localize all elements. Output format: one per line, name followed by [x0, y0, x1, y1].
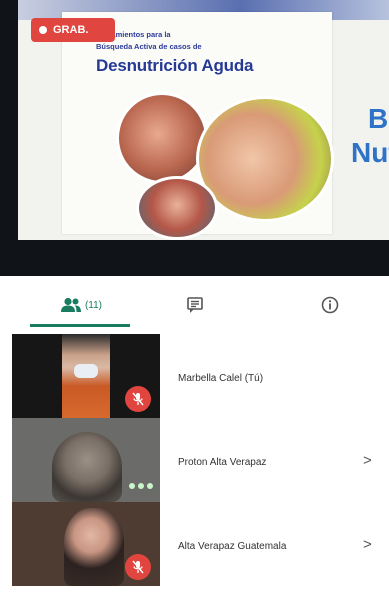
participant-row[interactable]: Alta Verapaz Guatemala > — [0, 502, 389, 586]
slide-big-text-line1: B — [368, 103, 389, 134]
presentation-stage[interactable]: Lineamientos para la Búsqueda Activa de … — [0, 0, 389, 276]
meet-app: Lineamientos para la Búsqueda Activa de … — [0, 0, 389, 592]
participant-video-tile — [12, 334, 160, 418]
people-icon — [60, 297, 81, 312]
participant-video-tile — [12, 502, 160, 586]
tab-chat[interactable] — [150, 282, 240, 328]
info-icon — [321, 296, 339, 314]
recording-badge: GRAB. — [31, 18, 115, 42]
cover-photo — [136, 176, 218, 240]
side-panel-tabs: (11) — [0, 282, 389, 328]
recording-label: GRAB. — [53, 24, 89, 36]
chevron-right-icon[interactable]: > — [363, 536, 372, 553]
participant-row[interactable]: Proton Alta Verapaz > — [0, 418, 389, 502]
tab-people[interactable]: (11) — [36, 282, 126, 328]
participant-name: Alta Verapaz Guatemala — [178, 541, 287, 552]
participant-row[interactable]: Marbella Calel (Tú) — [0, 334, 389, 418]
slide-title: Desnutrición Aguda — [96, 56, 254, 75]
speaking-dots-icon — [129, 480, 153, 492]
active-tab-indicator — [30, 324, 130, 327]
cover-photo — [116, 92, 208, 184]
participant-video-tile — [12, 418, 160, 502]
chat-icon — [187, 297, 203, 313]
participant-name: Marbella Calel (Tú) — [178, 373, 264, 384]
participant-avatar — [52, 432, 122, 502]
people-count: (11) — [84, 299, 103, 311]
mic-off-icon — [125, 554, 151, 580]
participant-avatar — [64, 508, 124, 586]
recording-dot-icon — [39, 26, 47, 34]
slide-subtitle-line2: Búsqueda Activa de casos de — [96, 42, 202, 51]
participant-name: Proton Alta Verapaz — [178, 457, 267, 468]
tab-info[interactable] — [285, 282, 375, 328]
mic-off-icon — [125, 386, 151, 412]
chevron-right-icon[interactable]: > — [363, 452, 372, 469]
slide-big-text-line2: Nut — [351, 137, 389, 168]
face-mask — [74, 364, 98, 378]
